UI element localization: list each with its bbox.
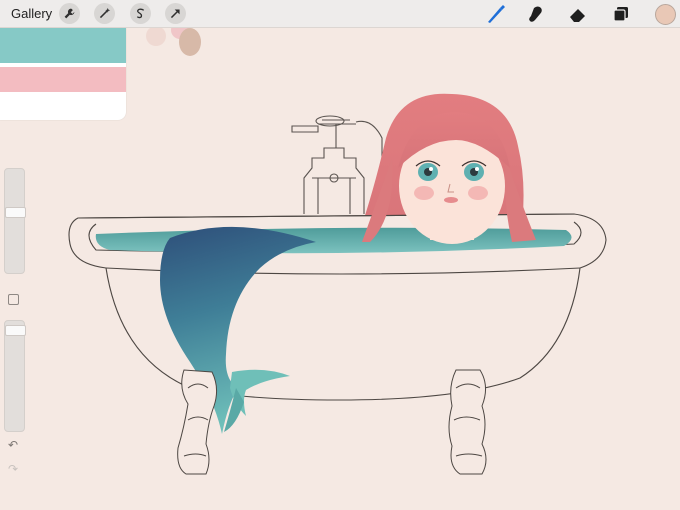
- palette-swatch-pink[interactable]: [0, 67, 126, 92]
- selection-s-icon[interactable]: [130, 3, 151, 24]
- modify-button[interactable]: [8, 294, 19, 305]
- bathtub-left-foot: [177, 369, 218, 475]
- smudge-icon[interactable]: [525, 3, 547, 25]
- top-toolbar: Gallery: [0, 0, 680, 28]
- bathtub-right-foot: [448, 369, 487, 475]
- current-color-swatch[interactable]: [655, 4, 676, 25]
- bathtub-faucet: [291, 115, 383, 214]
- brush-size-slider[interactable]: [4, 168, 26, 274]
- transform-arrow-icon[interactable]: [165, 3, 186, 24]
- left-sidebar: ↶ ↷: [2, 168, 26, 478]
- wrench-icon[interactable]: [59, 3, 80, 24]
- gallery-button[interactable]: Gallery: [11, 6, 52, 21]
- brush-icon[interactable]: [484, 3, 506, 25]
- opacity-slider[interactable]: [4, 320, 26, 432]
- color-palette-panel[interactable]: [0, 28, 126, 120]
- layers-icon[interactable]: [610, 3, 632, 25]
- redo-arrow-icon[interactable]: ↷: [8, 462, 18, 476]
- eraser-icon[interactable]: [567, 3, 589, 25]
- brush-size-knob[interactable]: [5, 207, 26, 218]
- undo-arrow-icon[interactable]: ↶: [8, 438, 18, 452]
- magic-wand-icon[interactable]: [94, 3, 115, 24]
- background-bubbles: [146, 28, 201, 56]
- palette-swatch-teal[interactable]: [0, 28, 126, 63]
- opacity-knob[interactable]: [5, 325, 26, 336]
